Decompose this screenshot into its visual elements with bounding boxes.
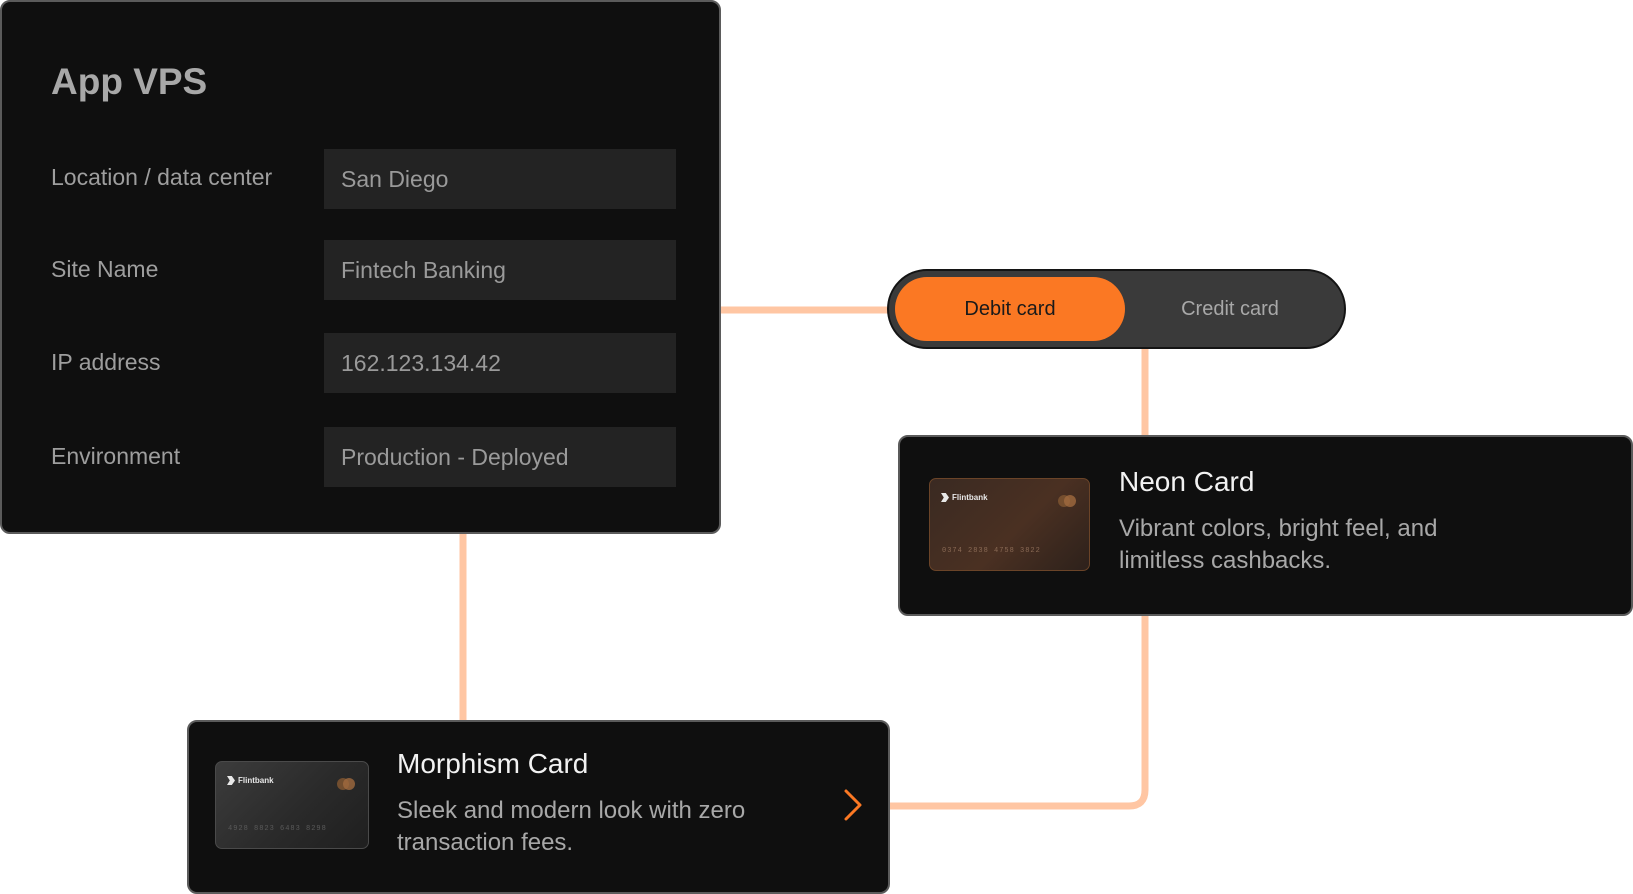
neon-card-description: Vibrant colors, bright feel, and limitle… — [1119, 515, 1438, 574]
debit-card-option[interactable]: Debit card — [895, 277, 1125, 341]
card-brand: Flintbank — [227, 776, 274, 785]
card-type-toggle: Debit card Credit card — [887, 269, 1346, 349]
chevron-right-icon[interactable] — [837, 785, 867, 825]
card-brand: Flintbank — [941, 493, 988, 502]
app-vps-panel: App VPS Location / data center Site Name… — [0, 0, 721, 534]
morphism-card-image: Flintbank 4928 8823 6483 8298 — [215, 761, 369, 849]
neon-card-panel[interactable]: Flintbank 0374 2838 4758 3822 Neon Card … — [898, 435, 1633, 616]
card-network-icon — [337, 778, 355, 790]
site-name-label: Site Name — [51, 256, 159, 282]
card-brand-name: Flintbank — [952, 493, 988, 502]
card-number: 0374 2838 4758 3822 — [942, 547, 1041, 555]
site-name-input[interactable] — [324, 240, 676, 300]
morphism-card-title: Morphism Card — [397, 748, 589, 779]
morphism-card-description: Sleek and modern look with zero transact… — [397, 797, 746, 856]
environment-input[interactable] — [324, 427, 676, 487]
neon-card-title: Neon Card — [1119, 466, 1255, 497]
environment-label: Environment — [51, 443, 181, 469]
vps-title: App VPS — [51, 61, 208, 102]
card-number: 4928 8823 6483 8298 — [228, 825, 327, 833]
card-brand-name: Flintbank — [238, 776, 274, 785]
ip-address-input[interactable] — [324, 333, 676, 393]
connector-neon-to-morph — [886, 612, 1149, 810]
flintbank-logo-icon — [227, 776, 235, 785]
credit-card-option[interactable]: Credit card — [1115, 277, 1345, 341]
location-input[interactable] — [324, 149, 676, 209]
ip-address-label: IP address — [51, 349, 161, 375]
morphism-card-panel[interactable]: Flintbank 4928 8823 6483 8298 Morphism C… — [187, 720, 890, 894]
neon-card-image: Flintbank 0374 2838 4758 3822 — [929, 478, 1090, 571]
flintbank-logo-icon — [941, 493, 949, 502]
card-network-icon — [1058, 495, 1076, 507]
location-label: Location / data center — [51, 164, 273, 190]
